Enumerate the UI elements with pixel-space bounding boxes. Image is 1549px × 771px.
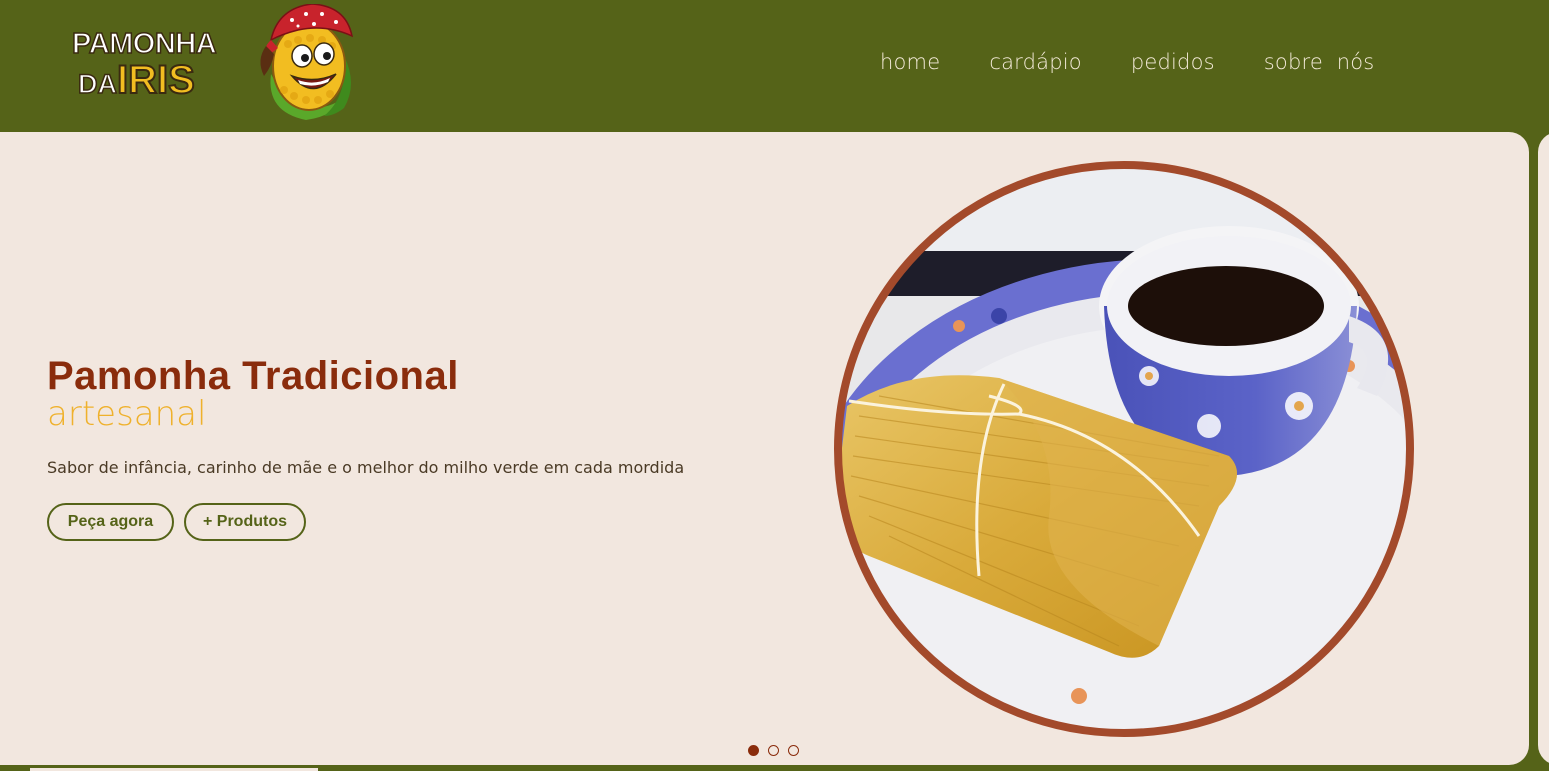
nav-sobre-nos[interactable]: sobre nós <box>1264 48 1375 76</box>
logo-line-1: PAMONHA <box>71 27 217 61</box>
main-nav: home cardápio pedidos sobre nós <box>880 48 1374 76</box>
carousel-dot-1[interactable] <box>748 745 759 756</box>
more-products-button[interactable]: + Produtos <box>184 503 306 541</box>
logo-iris: IRIS <box>116 58 196 102</box>
carousel-dot-3[interactable] <box>788 745 799 756</box>
next-slide-peek[interactable] <box>1538 132 1549 765</box>
hero-subtitle: artesanal <box>47 394 207 434</box>
logo-text: PAMONHA DAIRIS <box>71 27 262 108</box>
nav-home[interactable]: home <box>880 48 940 76</box>
site-header: PAMONHA DAIRIS home cardápio pedidos sob… <box>0 0 1549 132</box>
logo-line-2: DAIRIS <box>77 58 262 108</box>
carousel-dot-2[interactable] <box>768 745 779 756</box>
hero-title: Pamonha Tradicional <box>47 354 459 398</box>
hero-description: Sabor de infância, carinho de mãe e o me… <box>47 458 685 477</box>
nav-cardapio[interactable]: cardápio <box>989 48 1082 76</box>
nav-pedidos[interactable]: pedidos <box>1131 48 1215 76</box>
pamonha-coffee-photo <box>829 156 1419 742</box>
brand-logo[interactable]: PAMONHA DAIRIS <box>66 4 366 124</box>
carousel-dots <box>748 745 799 756</box>
logo-da: DA <box>77 68 118 100</box>
hero-slide: Pamonha Tradicional artesanal Sabor de i… <box>0 132 1529 765</box>
order-now-button[interactable]: Peça agora <box>47 503 174 541</box>
